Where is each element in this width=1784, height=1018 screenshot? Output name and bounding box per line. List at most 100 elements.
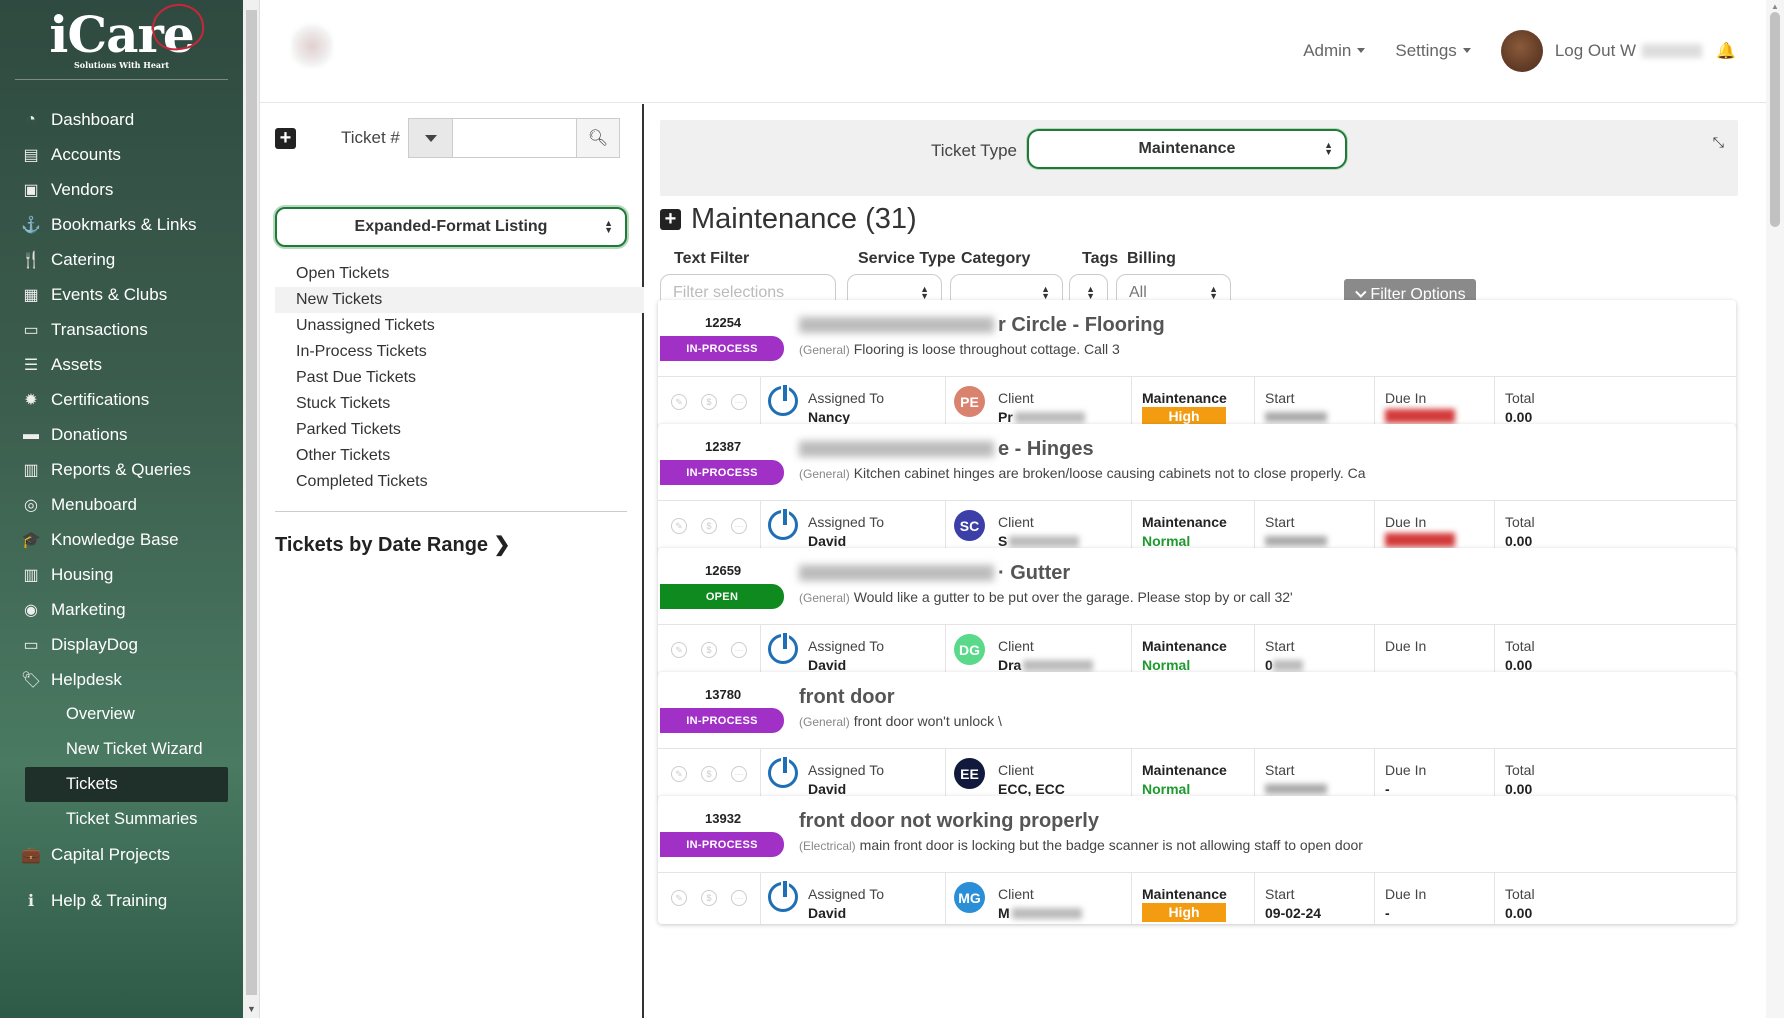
sidebar-subitem-new-ticket-wizard[interactable]: New Ticket Wizard [0,732,243,767]
ticket-title[interactable]: e - Hinges [799,438,1094,461]
marketing-icon: ◉ [24,601,38,619]
sidebar-scrollbar[interactable]: ▼ [243,0,260,1018]
ticket-id[interactable]: 13932 [705,811,741,826]
ticket-category: (Electrical) [799,839,856,853]
sidebar-item-displaydog[interactable]: ▭ DisplayDog [0,627,243,662]
filter-link-open-tickets[interactable]: Open Tickets [275,261,644,287]
pin-icon[interactable]: ✎ [671,394,687,410]
brand-logo[interactable]: iCare Solutions With Heart [15,0,228,80]
add-ticket-button[interactable]: + [275,128,296,149]
ticket-id[interactable]: 13780 [705,687,741,702]
ticket-card[interactable]: 12387 IN-PROCESS e - Hinges (General) Kitche… [658,424,1736,552]
sidebar-item-label: Knowledge Base [51,529,179,549]
sidebar-nav: ◔ Dashboard ▤ Accounts ▣ Vendors ⚓ Bookmarks & … [0,102,243,918]
admin-menu[interactable]: Admin [1303,41,1365,61]
tickets-by-date-range-link[interactable]: Tickets by Date Range ❯ [275,532,510,557]
power-icon [768,633,798,664]
total-value: 0.00 [1505,657,1533,673]
sidebar-item-capital-projects[interactable]: 💼 Capital Projects [0,837,243,872]
ticket-type-bar: Ticket Type Maintenance ▲ ▼ ⤡ [660,120,1738,196]
redacted-text [799,565,994,581]
more-icon[interactable]: ··· [731,890,747,906]
sidebar-item-certifications[interactable]: ✹ Certifications [0,382,243,417]
ticket-id[interactable]: 12659 [705,563,741,578]
logout-link[interactable]: Log Out W [1555,41,1636,61]
ticket-title[interactable]: r Circle - Flooring [799,314,1165,337]
more-icon[interactable]: ··· [731,518,747,534]
client-name[interactable]: M [998,905,1082,921]
priority-badge: Normal [1142,657,1191,673]
sidebar-item-catering[interactable]: 🍴 Catering [0,242,243,277]
sidebar-subitem-overview[interactable]: Overview [0,697,243,732]
sidebar-subitem-tickets[interactable]: Tickets [25,767,228,802]
ticket-title[interactable]: front door [799,686,895,709]
sidebar-item-assets[interactable]: ☰ Assets [0,347,243,382]
filter-link-unassigned-tickets[interactable]: Unassigned Tickets [275,313,644,339]
more-icon[interactable]: ··· [731,394,747,410]
client-name[interactable]: ECC, ECC [998,781,1065,797]
filter-link-in-process-tickets[interactable]: In-Process Tickets [275,339,644,365]
ticket-card[interactable]: 12254 IN-PROCESS r Circle - Flooring (Gener… [658,300,1736,428]
ticket-type-select[interactable]: Maintenance ▲ ▼ [1027,129,1347,169]
listing-format-select[interactable]: Expanded-Format Listing ▲ ▼ [275,207,627,247]
sidebar-item-vendors[interactable]: ▣ Vendors [0,172,243,207]
client-label: Client [998,762,1034,778]
ticket-description: (General) front door won't unlock \ [799,713,1002,729]
ticket-card[interactable]: 13780 IN-PROCESS front door (General) front … [658,672,1736,800]
ticket-card[interactable]: 12659 OPEN · Gutter (General) Would like a g… [658,548,1736,676]
pin-icon[interactable]: ✎ [671,518,687,534]
add-maintenance-ticket-button[interactable]: + [660,209,681,230]
filter-link-completed-tickets[interactable]: Completed Tickets [275,469,644,495]
sidebar-item-reports-queries[interactable]: ▥ Reports & Queries [0,452,243,487]
filter-link-other-tickets[interactable]: Other Tickets [275,443,644,469]
ticket-id[interactable]: 12387 [705,439,741,454]
ticket-number-input[interactable] [453,119,576,157]
ticket-card[interactable]: 13932 IN-PROCESS front door not working pr… [658,796,1736,924]
sidebar-item-menuboard[interactable]: ◎ Menuboard [0,487,243,522]
ticket-search-dropdown[interactable] [409,119,453,157]
due-label: Due In [1385,514,1427,530]
sidebar-item-marketing[interactable]: ◉ Marketing [0,592,243,627]
main-scrollbar[interactable]: ▲ [1766,0,1784,1018]
sidebar-item-bookmarks-links[interactable]: ⚓ Bookmarks & Links [0,207,243,242]
client-name[interactable]: S [998,533,1080,549]
more-icon[interactable]: ··· [731,642,747,658]
sidebar-item-events-clubs[interactable]: ▦ Events & Clubs [0,277,243,312]
search-icon[interactable]: 🔍︎ [576,119,619,157]
certifications-icon: ✹ [24,391,38,409]
settings-menu[interactable]: Settings [1395,41,1470,61]
sidebar-item-knowledge-base[interactable]: 🎓 Knowledge Base [0,522,243,557]
billing-icon[interactable]: $ [701,890,717,906]
avatar[interactable] [1500,30,1543,72]
ticket-title[interactable]: front door not working properly [799,810,1099,833]
filter-link-parked-tickets[interactable]: Parked Tickets [275,417,644,443]
sidebar-item-accounts[interactable]: ▤ Accounts [0,137,243,172]
ticket-id[interactable]: 12254 [705,315,741,330]
filter-link-new-tickets[interactable]: New Tickets [275,287,644,313]
pin-icon[interactable]: ✎ [671,890,687,906]
billing-icon[interactable]: $ [701,394,717,410]
collapse-icon[interactable]: ⤡ [1713,134,1724,151]
billing-icon[interactable]: $ [701,766,717,782]
sidebar-item-housing[interactable]: ▥ Housing [0,557,243,592]
client-name[interactable]: Dra [998,657,1094,673]
bell-icon[interactable]: 🔔 [1716,41,1736,61]
more-icon[interactable]: ··· [731,766,747,782]
billing-icon[interactable]: $ [701,642,717,658]
billing-icon[interactable]: $ [701,518,717,534]
sidebar-item-donations[interactable]: ▬ Donations [0,417,243,452]
start-label: Start [1265,638,1295,654]
sidebar-subitem-ticket-summaries[interactable]: Ticket Summaries [0,802,243,837]
power-icon [768,757,798,788]
filter-link-past-due-tickets[interactable]: Past Due Tickets [275,365,644,391]
ticket-title[interactable]: · Gutter [799,562,1070,585]
client-name[interactable]: Pr [998,409,1085,425]
sidebar-item-help-training[interactable]: ℹ Help & Training [0,883,243,918]
sidebar-item-transactions[interactable]: ▭ Transactions [0,312,243,347]
pin-icon[interactable]: ✎ [671,642,687,658]
pin-icon[interactable]: ✎ [671,766,687,782]
filter-link-stuck-tickets[interactable]: Stuck Tickets [275,391,644,417]
sidebar-item-dashboard[interactable]: ◔ Dashboard [0,102,243,137]
sidebar-item-label: Bookmarks & Links [51,214,197,234]
sidebar-item-helpdesk[interactable]: 🏷 Helpdesk [0,662,243,697]
